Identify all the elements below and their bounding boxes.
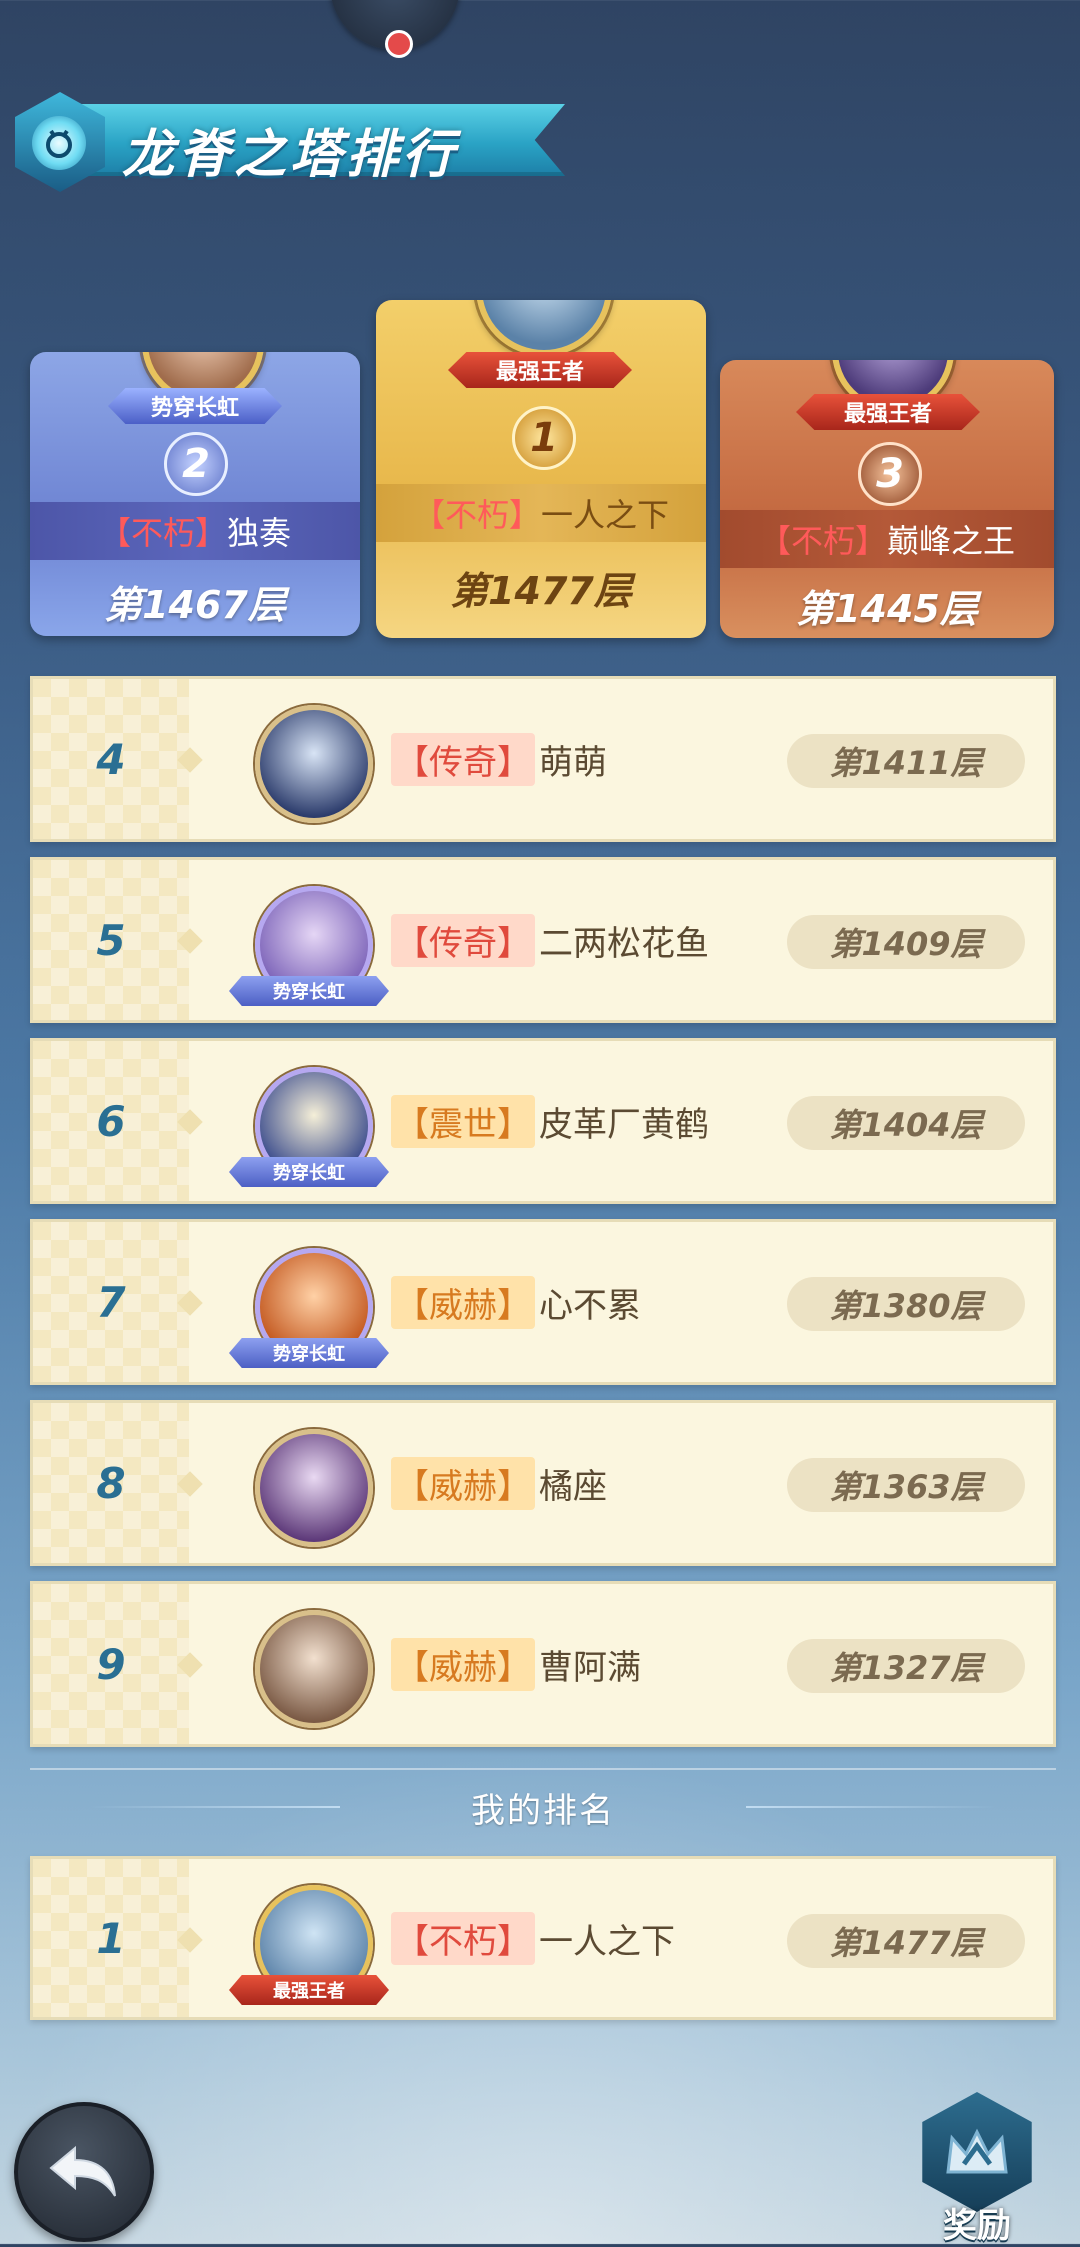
rank-number: 4 [96, 734, 126, 784]
title-ribbon-second: 势穿长虹 [108, 388, 282, 424]
back-arrow-icon [49, 2145, 116, 2197]
page-title: 龙脊之塔排行 [122, 125, 459, 185]
avatar-frame-label: 势穿长虹 [229, 1338, 389, 1368]
player-name-bar: 【不朽】 巅峰之王 [720, 510, 1054, 568]
player-tag: 【不朽】 [412, 496, 541, 534]
player-name-text: 萌萌 [539, 742, 607, 783]
rank-number: 6 [96, 1096, 126, 1146]
player-tag: 【传奇】 [391, 913, 535, 967]
avatar [255, 1610, 373, 1728]
player-name-text: 二两松花鱼 [539, 923, 709, 964]
player-name: 【传奇】 萌萌 [391, 679, 607, 839]
my-ranking-label: 我的排名 [471, 1790, 615, 1831]
rank-badge-first: 1 [512, 406, 576, 470]
player-tag: 【不朽】 [758, 522, 887, 560]
floor-count: 第1327层 [787, 1639, 1025, 1693]
rank-number: 1 [96, 1913, 126, 1963]
avatar [255, 1429, 373, 1547]
table-row[interactable]: 7 势穿长虹 【威赫】 心不累 第1380层 [30, 1219, 1056, 1385]
player-name-text: 心不累 [539, 1285, 641, 1326]
player-name: 一人之下 [541, 496, 670, 534]
player-tag: 【不朽】 [391, 1911, 535, 1965]
floor-count: 第1477层 [450, 569, 632, 613]
floor-count: 第1411层 [787, 734, 1025, 788]
title-ribbon-first: 最强王者 [448, 352, 632, 388]
rank-badge-third: 3 [858, 442, 922, 506]
rank-number: 8 [96, 1458, 126, 1508]
floor-count: 第1409层 [787, 915, 1025, 969]
back-button[interactable] [14, 2102, 154, 2242]
table-row[interactable]: 6 势穿长虹 【震世】 皮革厂黄鹤 第1404层 [30, 1038, 1056, 1204]
podium-second[interactable]: 势穿长虹 2 【不朽】 独奏 第1467层 [30, 352, 360, 636]
player-name: 【不朽】 一人之下 [391, 1859, 675, 2017]
avatar-frame-label: 最强王者 [229, 1975, 389, 2005]
avatar-frame-label: 势穿长虹 [229, 976, 389, 1006]
my-ranking-divider: 我的排名 [30, 1768, 1056, 1846]
player-name-text: 皮革厂黄鹤 [539, 1104, 709, 1145]
player-tag: 【威赫】 [391, 1275, 535, 1329]
player-tag: 【威赫】 [391, 1456, 535, 1510]
table-row[interactable]: 8 【威赫】 橘座 第1363层 [30, 1400, 1056, 1566]
player-name: 【威赫】 橘座 [391, 1403, 607, 1563]
rank-number: 7 [96, 1277, 126, 1327]
podium-first[interactable]: 最强王者 1 【不朽】 一人之下 第1477层 [376, 300, 706, 638]
player-name: 【威赫】 曹阿满 [391, 1584, 641, 1744]
emblem-core [32, 116, 86, 170]
crown-icon [946, 2128, 1008, 2174]
player-name-text: 一人之下 [539, 1921, 675, 1962]
player-name: 巅峰之王 [887, 522, 1016, 560]
avatar-frame-label: 势穿长虹 [229, 1157, 389, 1187]
floor-count: 第1477层 [787, 1914, 1025, 1968]
player-name: 【威赫】 心不累 [391, 1222, 641, 1382]
reward-button[interactable]: 奖励 [914, 2092, 1040, 2246]
player-name: 【震世】 皮革厂黄鹤 [391, 1041, 709, 1201]
player-name-text: 橘座 [539, 1466, 607, 1507]
player-tag: 【不朽】 [98, 514, 227, 552]
avatar [255, 705, 373, 823]
player-name-bar: 【不朽】 一人之下 [376, 484, 706, 542]
player-name-text: 曹阿满 [539, 1647, 641, 1688]
player-name: 【传奇】 二两松花鱼 [391, 860, 709, 1020]
player-tag: 【传奇】 [391, 732, 535, 786]
notification-dot-icon [385, 30, 413, 58]
my-rank-row[interactable]: 1 最强王者 【不朽】 一人之下 第1477层 [30, 1856, 1056, 2020]
top-menu-orb[interactable] [330, 0, 460, 58]
floor-count: 第1380层 [787, 1277, 1025, 1331]
player-tag: 【震世】 [391, 1094, 535, 1148]
player-name-bar: 【不朽】 独奏 [30, 502, 360, 560]
table-row[interactable]: 5 势穿长虹 【传奇】 二两松花鱼 第1409层 [30, 857, 1056, 1023]
player-name: 独奏 [227, 514, 292, 552]
avatar [476, 300, 612, 356]
reward-label: 奖励 [943, 2206, 1011, 2246]
player-tag: 【威赫】 [391, 1637, 535, 1691]
floor-count: 第1467层 [104, 583, 286, 627]
reward-badge [922, 2092, 1032, 2212]
divider-deco-left [90, 1806, 340, 1808]
rank-badge-second: 2 [164, 432, 228, 496]
title-ribbon-third: 最强王者 [796, 394, 980, 430]
floor-count: 第1363层 [787, 1458, 1025, 1512]
title-banner: 龙脊之塔排行 [10, 92, 570, 192]
table-row[interactable]: 9 【威赫】 曹阿满 第1327层 [30, 1581, 1056, 1747]
podium-third[interactable]: 最强王者 3 【不朽】 巅峰之王 第1445层 [720, 360, 1054, 638]
rank-number: 9 [96, 1639, 126, 1689]
floor-count: 第1445层 [796, 587, 978, 631]
divider-deco-right [746, 1806, 996, 1808]
table-row[interactable]: 4 【传奇】 萌萌 第1411层 [30, 676, 1056, 842]
divider-line [30, 1768, 1056, 1770]
rank-number: 5 [96, 915, 126, 965]
floor-count: 第1404层 [787, 1096, 1025, 1150]
